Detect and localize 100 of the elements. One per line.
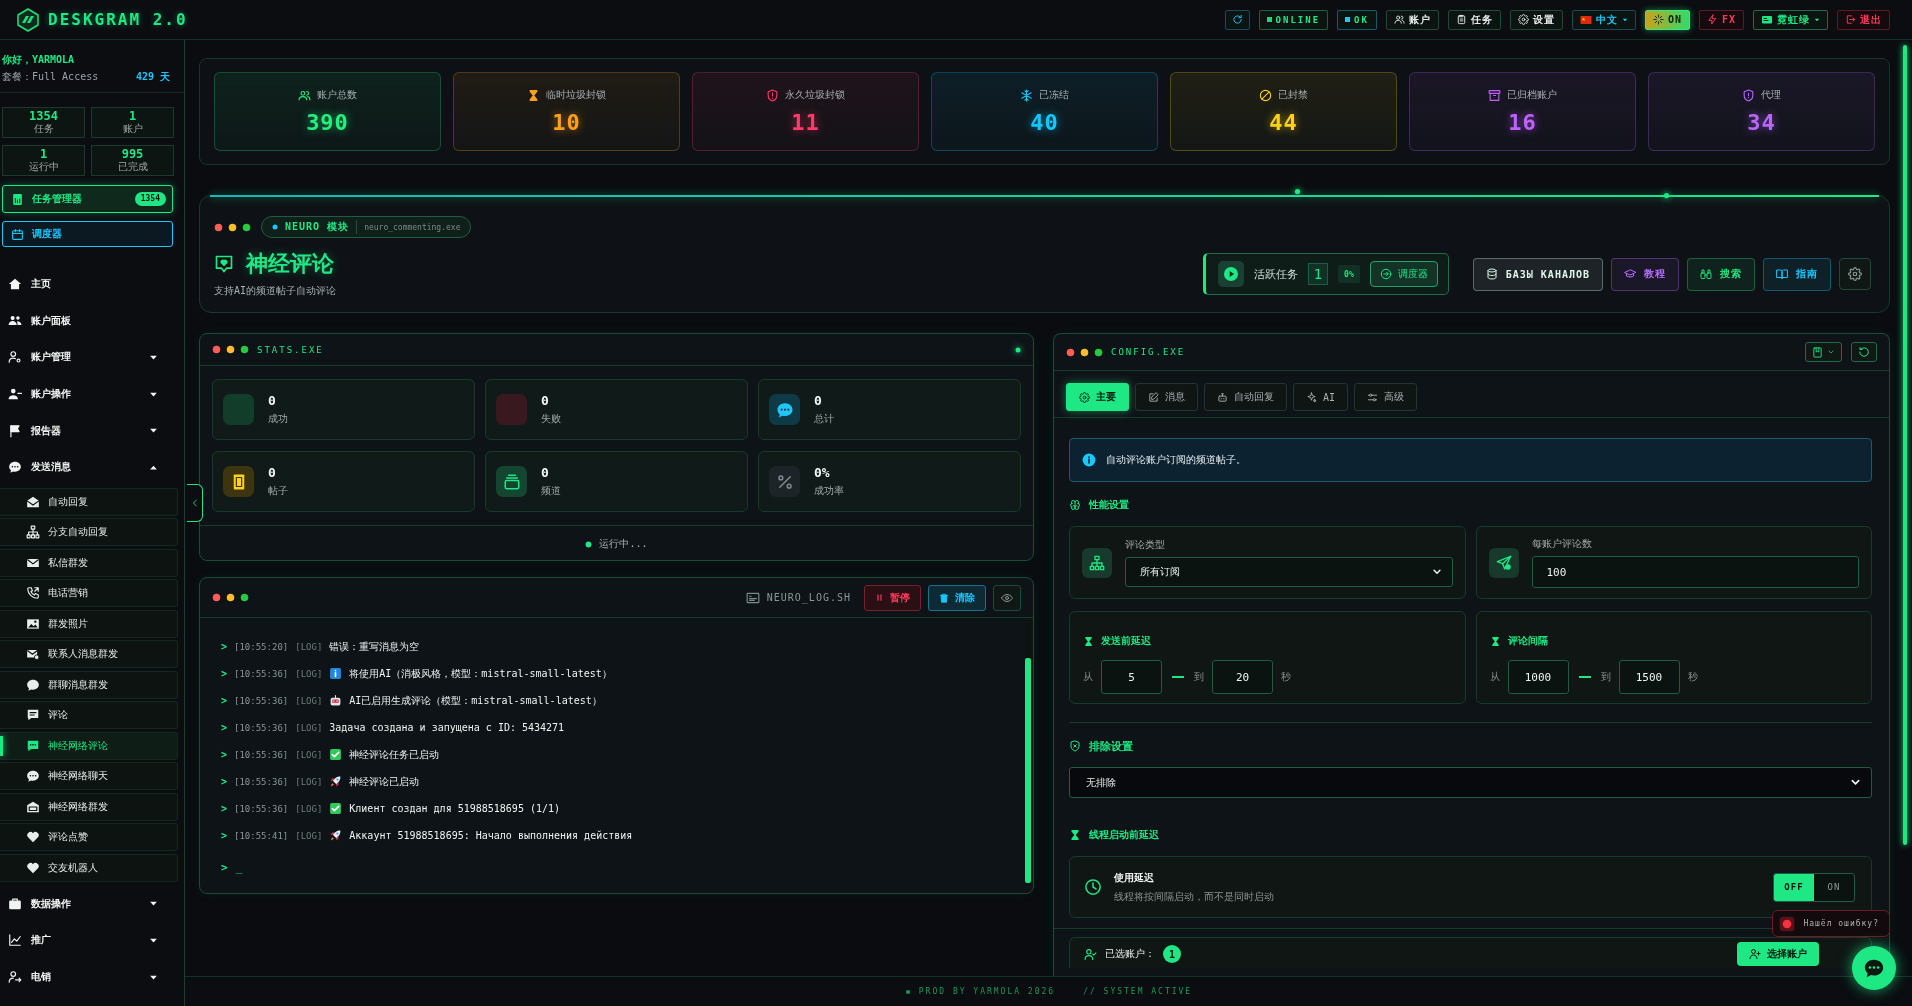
sidebar-item[interactable]: 账户管理 — [0, 339, 180, 376]
sidebar-item[interactable]: 推广 — [0, 922, 180, 959]
input-field[interactable]: 100 — [1531, 556, 1859, 588]
effects-button[interactable]: FX — [1698, 9, 1744, 30]
minimize-dot-icon — [226, 593, 235, 602]
preset-dropdown[interactable] — [1805, 342, 1842, 362]
clear-button[interactable]: 清除 — [928, 584, 986, 611]
input-field[interactable]: 20 — [1212, 660, 1273, 694]
task-manager-button[interactable]: 任务管理器 1354 — [2, 185, 173, 213]
stat-label: 已归档账户 — [1507, 88, 1557, 102]
send-icon — [1488, 547, 1519, 578]
sidebar-item[interactable]: 电销 — [0, 958, 180, 996]
view-button[interactable] — [993, 584, 1021, 611]
report-bug-button[interactable]: Нашёл ошибку? — [1772, 910, 1890, 937]
toggle-option[interactable]: ON — [1814, 873, 1854, 901]
sidebar-subitem[interactable]: 交友机器人 — [0, 853, 178, 882]
scrollbar[interactable] — [1903, 45, 1907, 845]
collapse-sidebar-button[interactable] — [187, 484, 203, 522]
status-indicator[interactable]: ONLINE — [1258, 9, 1329, 30]
sitemap-icon — [1082, 547, 1112, 578]
clipboard-icon — [11, 192, 24, 206]
info-icon — [329, 667, 343, 680]
toolbar-button[interactable]: БАЗЫ КАНАЛОВ — [1472, 257, 1603, 291]
module-file: neuro_commenting.exe — [364, 222, 461, 232]
sidebar-item[interactable]: 数据操作 — [0, 885, 180, 923]
stat-label: 已封禁 — [1278, 88, 1308, 102]
input-field[interactable]: 1500 — [1618, 660, 1680, 694]
sidebar-item[interactable]: 发送消息 — [0, 448, 180, 486]
rocket-icon — [329, 829, 343, 842]
cursor: _ — [235, 860, 243, 874]
section-title: 发送前延迟 — [1101, 634, 1151, 648]
nav-button[interactable]: 设置 — [1509, 9, 1563, 30]
sidebar-item[interactable]: 报告器 — [0, 412, 180, 449]
sidebar-subitem[interactable]: 群发照片 — [0, 609, 178, 638]
toolbar-button[interactable]: 搜索 — [1687, 257, 1755, 291]
robot-icon — [329, 694, 343, 707]
sidebar-subitem[interactable]: 电话营销 — [0, 579, 178, 608]
sidebar-subitem[interactable]: 神经网络聊天 — [0, 762, 178, 791]
pause-button[interactable]: 暂停 — [864, 584, 921, 611]
binoculars-icon — [1700, 268, 1712, 280]
sidebar-subitem[interactable]: 群聊消息群发 — [0, 670, 178, 699]
select-accounts-button[interactable]: 选择账户 — [1737, 942, 1819, 966]
tab[interactable]: AI — [1293, 383, 1349, 411]
selected-accounts-label: 已选账户： — [1105, 947, 1155, 961]
settings-button[interactable] — [1839, 258, 1871, 290]
refresh-button[interactable] — [1224, 9, 1250, 30]
log-message: AI已启用生成评论（模型：mistral-small-latest） — [349, 693, 602, 708]
sidebar-item[interactable]: 账户面板 — [0, 302, 180, 340]
stat-value: 10 — [552, 111, 581, 135]
sidebar-subitem[interactable]: 联系人消息群发 — [0, 640, 178, 669]
sidebar-subitem[interactable]: 评论点赞 — [0, 823, 178, 852]
sidebar-subitem[interactable]: 自动回复 — [0, 487, 178, 516]
nav-button[interactable]: 任务 — [1447, 9, 1501, 30]
field-label: 评论类型 — [1125, 538, 1166, 552]
reset-button[interactable] — [1851, 342, 1877, 362]
status-text: 运行中... — [599, 537, 648, 551]
log-time: [10:55:36] — [234, 668, 289, 679]
power-toggle[interactable]: ON — [1644, 9, 1690, 30]
sidebar-subitem[interactable]: 私信群发 — [0, 548, 178, 577]
log-message: Аккаунт 51988518695: Начало выполнения действия — [349, 830, 633, 841]
sidebar-subitem[interactable]: 神经网络评论 — [0, 731, 178, 760]
scheduler-button[interactable]: 调度器 — [2, 221, 173, 247]
toolbar-button[interactable]: 教程 — [1611, 257, 1679, 291]
toggle-option[interactable]: OFF — [1774, 873, 1814, 901]
phone-icon — [26, 586, 40, 601]
sidebar-subitem[interactable]: 分支自动回复 — [0, 518, 178, 547]
language-dropdown[interactable]: 中文 — [1571, 9, 1636, 30]
input-field[interactable]: 1000 — [1507, 660, 1569, 694]
glow-dot-icon — [1663, 192, 1670, 199]
tab[interactable]: 高级 — [1354, 383, 1418, 411]
scheduler-button[interactable]: 调度器 — [1369, 261, 1438, 287]
user-arrow-icon — [8, 970, 22, 985]
snowflake-icon — [1020, 88, 1033, 102]
sidebar-subitem[interactable]: 评论 — [0, 701, 178, 730]
sidebar-subitem[interactable]: 神经网络群发 — [0, 792, 178, 821]
input-field[interactable]: 5 — [1101, 660, 1162, 694]
scrollbar[interactable] — [1025, 620, 1031, 883]
stat-value: 0 — [541, 465, 550, 480]
tab[interactable]: 消息 — [1135, 383, 1198, 411]
tab[interactable]: 自动回复 — [1204, 383, 1287, 411]
nav-button[interactable]: 账户 — [1385, 9, 1439, 30]
section-title: 评论间隔 — [1507, 634, 1548, 648]
log-time: [10:55:20] — [234, 641, 289, 652]
theme-dropdown[interactable]: 霓虹绿 — [1753, 9, 1828, 30]
exclusion-select[interactable]: 无排除 — [1069, 767, 1872, 798]
logout-button[interactable]: 退出 — [1837, 9, 1890, 30]
tab[interactable]: 主要 — [1066, 383, 1129, 411]
gear-icon — [1517, 14, 1529, 25]
status-indicator[interactable]: OK — [1337, 9, 1377, 30]
sidebar-item[interactable]: 账户操作 — [0, 375, 180, 413]
status-dot-icon — [272, 224, 278, 230]
toolbar-button[interactable]: 指南 — [1763, 257, 1831, 291]
stat-label: 已完成 — [117, 161, 148, 173]
stat-value: 40 — [1030, 111, 1059, 135]
comment-type-select[interactable]: 所有订阅 — [1125, 557, 1453, 587]
stat-value: 1354 — [29, 110, 58, 123]
sidebar-item[interactable]: 主页 — [0, 266, 180, 303]
trash-icon — [939, 592, 949, 603]
stat-value: 995 — [121, 148, 144, 161]
active-tasks-label: 活跃任务 — [1253, 266, 1298, 282]
